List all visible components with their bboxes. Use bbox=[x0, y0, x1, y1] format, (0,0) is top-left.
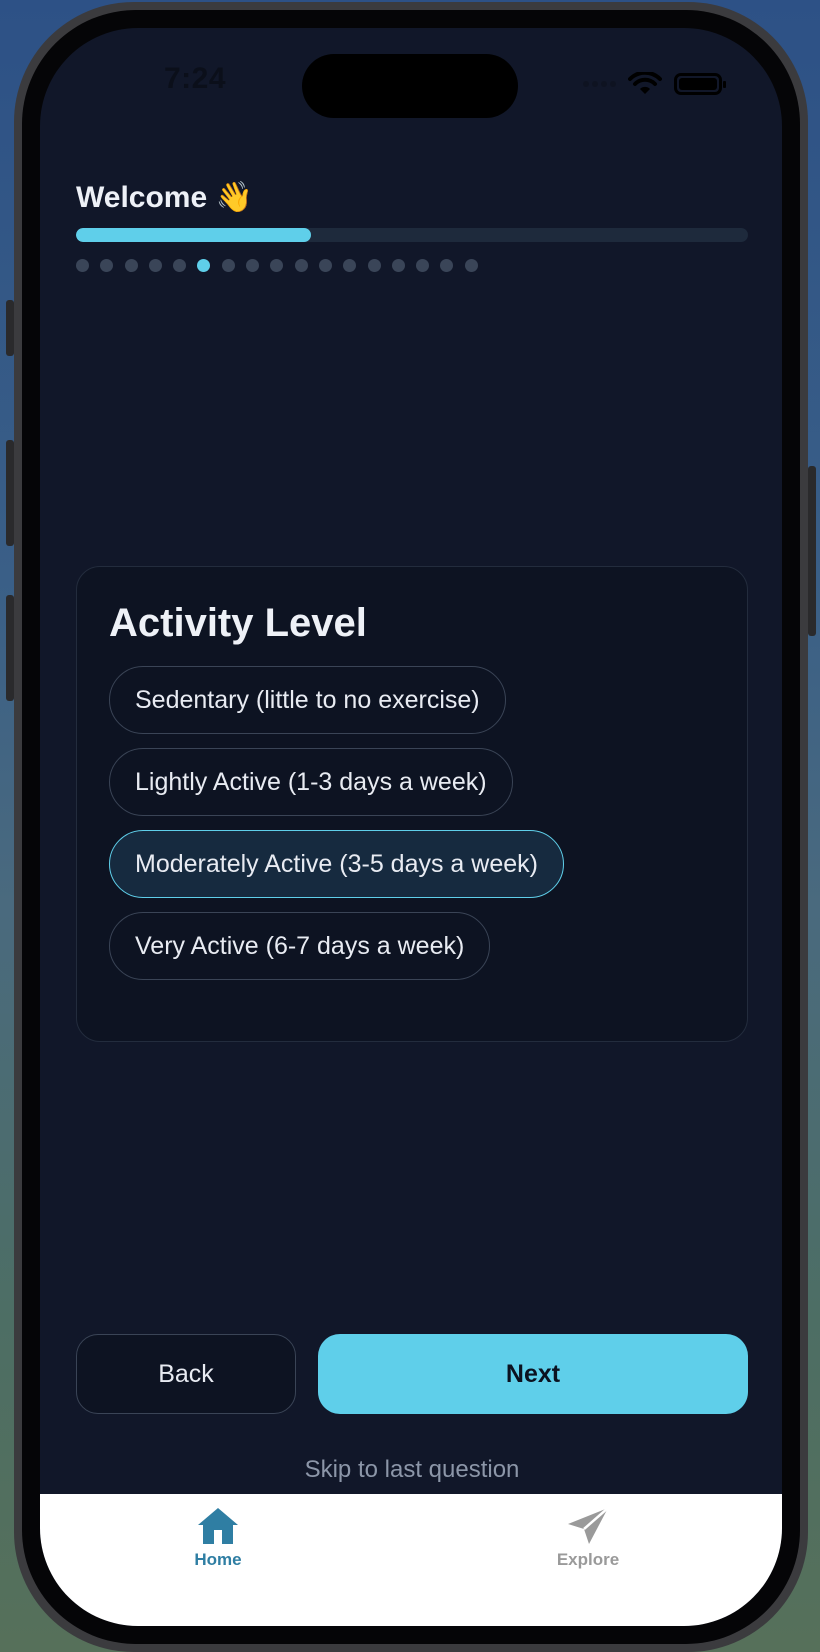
step-dot bbox=[221, 259, 235, 272]
step-dot bbox=[464, 259, 478, 272]
volume-up-button bbox=[6, 440, 14, 546]
waving-hand-icon: 👋 bbox=[215, 181, 253, 214]
progress-bar bbox=[76, 228, 748, 242]
option-very-active[interactable]: Very Active (6-7 days a week) bbox=[109, 912, 491, 980]
volume-down-button bbox=[6, 595, 14, 701]
progress-fill bbox=[76, 228, 312, 242]
option-sedentary[interactable]: Sedentary (little to no exercise) bbox=[109, 666, 506, 734]
step-dot bbox=[100, 259, 114, 272]
step-dot bbox=[270, 259, 284, 272]
step-dot bbox=[148, 259, 162, 272]
wifi-icon bbox=[628, 72, 662, 94]
tab-explore-label: Explore bbox=[556, 1550, 620, 1569]
step-dot bbox=[318, 259, 332, 272]
power-button bbox=[808, 466, 816, 636]
tab-home-label: Home bbox=[194, 1550, 242, 1569]
step-dot bbox=[246, 259, 260, 272]
step-dot bbox=[367, 259, 381, 272]
option-moderately-active[interactable]: Moderately Active (3-5 days a week) bbox=[109, 830, 564, 898]
options-list: Sedentary (little to no exercise) Lightl… bbox=[109, 666, 715, 980]
page-title-text: Welcome bbox=[76, 181, 208, 214]
cellular-signal-icon bbox=[583, 81, 616, 87]
step-dot bbox=[76, 259, 89, 272]
tab-home[interactable]: Home bbox=[138, 1506, 298, 1570]
send-icon bbox=[568, 1507, 609, 1544]
next-button[interactable]: Next bbox=[318, 1334, 748, 1414]
page-title: Welcome 👋 bbox=[76, 180, 253, 215]
step-dot bbox=[124, 259, 138, 272]
step-dot bbox=[391, 259, 405, 272]
skip-to-last-link[interactable]: Skip to last question bbox=[40, 1456, 782, 1484]
tab-explore[interactable]: Explore bbox=[508, 1506, 668, 1570]
status-time: 7:24 bbox=[163, 62, 227, 95]
question-card: Activity Level Sedentary (little to no e… bbox=[76, 566, 748, 1042]
step-dot bbox=[294, 259, 308, 272]
option-lightly-active[interactable]: Lightly Active (1-3 days a week) bbox=[109, 748, 513, 816]
step-dot bbox=[440, 259, 454, 272]
back-button[interactable]: Back bbox=[76, 1334, 296, 1414]
question-title: Activity Level bbox=[109, 601, 367, 645]
step-dot-active bbox=[197, 259, 211, 272]
phone-frame: 7:24 Welcome 👋 Activity Level Sedentary … bbox=[14, 2, 808, 1652]
dynamic-island bbox=[302, 54, 518, 118]
step-indicator bbox=[76, 259, 478, 272]
step-dot bbox=[416, 259, 430, 272]
app-screen: 7:24 Welcome 👋 Activity Level Sedentary … bbox=[40, 28, 782, 1626]
step-dot bbox=[343, 259, 357, 272]
mute-switch bbox=[6, 300, 14, 356]
tab-bar: Home Explore bbox=[40, 1494, 782, 1626]
step-dot bbox=[173, 259, 187, 272]
phone-bezel: 7:24 Welcome 👋 Activity Level Sedentary … bbox=[22, 10, 800, 1644]
battery-icon bbox=[674, 73, 726, 95]
status-icons bbox=[583, 72, 726, 96]
home-icon bbox=[198, 1508, 238, 1544]
